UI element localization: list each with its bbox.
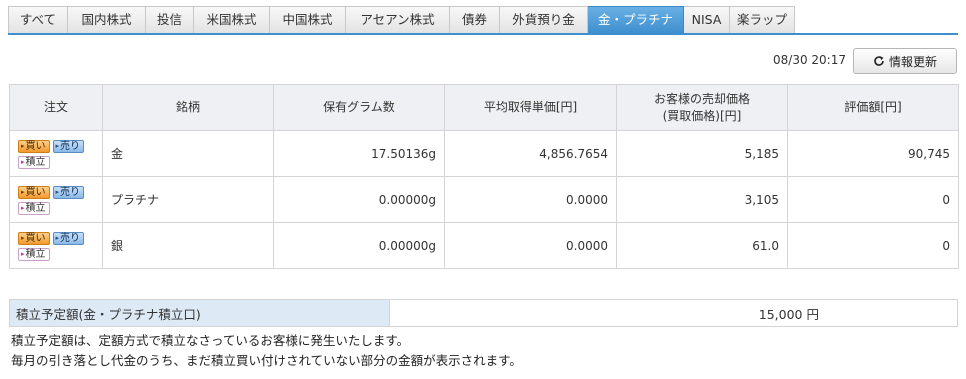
buy-button[interactable]: ▸ 買い [18, 139, 50, 153]
update-timestamp: 08/30 20:17 [773, 53, 846, 67]
note-line-2: 毎月の引き落とし代金のうち、まだ積立買い付けされていない部分の金額が表示されます… [11, 353, 522, 368]
accumulate-button[interactable]: ▸ 積立 [18, 247, 50, 261]
sell-price: 5,185 [616, 130, 788, 177]
tab-asean-stocks[interactable]: アセアン株式 [346, 6, 450, 34]
sell-price: 61.0 [616, 222, 788, 269]
grams-held: 17.50136g [273, 130, 445, 177]
order-cell: ▸ 買い ▸ 売り ▸ 積立 [9, 130, 103, 177]
refresh-icon [874, 56, 884, 66]
column-header-security: 銘柄 [102, 84, 274, 131]
column-header-valuation: 評価額[円] [787, 84, 959, 131]
tab-domestic-stocks[interactable]: 国内株式 [68, 6, 146, 34]
tab-nisa[interactable]: NISA [684, 6, 730, 34]
tab-underline [8, 33, 958, 35]
tab-raku-wrap[interactable]: 楽ラップ [730, 6, 795, 34]
table-header-row: 注文 銘柄 保有グラム数 平均取得単価[円] お客様の売却価格 (買取価格)[円… [9, 84, 959, 131]
notes: 積立予定額は、定額方式で積立なさっているお客様に発生いたします。 毎月の引き落と… [11, 331, 522, 371]
tab-bonds[interactable]: 債券 [450, 6, 500, 34]
arrow-right-icon: ▸ [55, 141, 60, 150]
savings-table: 積立予定額(金・プラチナ積立口) 15,000 円 [9, 299, 958, 327]
arrow-right-icon: ▸ [55, 233, 60, 242]
savings-amount: 15,000 [758, 306, 803, 322]
average-price: 4,856.7654 [444, 130, 617, 177]
sell-button[interactable]: ▸ 売り [52, 231, 85, 245]
tab-us-stocks[interactable]: 米国株式 [194, 6, 270, 34]
savings-value: 15,000 円 [389, 299, 958, 327]
savings-label: 積立予定額(金・プラチナ積立口) [9, 299, 390, 327]
arrow-right-icon: ▸ [21, 233, 25, 242]
savings-row: 積立予定額(金・プラチナ積立口) 15,000 円 [9, 299, 958, 327]
accumulate-button[interactable]: ▸ 積立 [18, 201, 50, 215]
table-row-silver: ▸ 買い ▸ 売り ▸ 積立 銀 0.00000g 0.0000 61.0 0 [9, 222, 959, 269]
buy-label: 買い [25, 186, 46, 198]
savings-unit: 円 [806, 306, 819, 322]
security-name: 銀 [102, 222, 274, 269]
tab-all[interactable]: すべて [8, 6, 68, 34]
sell-button[interactable]: ▸ 売り [52, 185, 85, 199]
holdings-table: 注文 銘柄 保有グラム数 平均取得単価[円] お客様の売却価格 (買取価格)[円… [9, 84, 959, 269]
average-price: 0.0000 [444, 222, 617, 269]
tab-china-stocks[interactable]: 中国株式 [270, 6, 346, 34]
arrow-right-icon: ▸ [21, 157, 25, 166]
sell-label: 売り [60, 186, 81, 198]
valuation: 0 [787, 222, 959, 269]
tab-funds[interactable]: 投信 [146, 6, 194, 34]
valuation: 90,745 [787, 130, 959, 177]
column-header-average-price: 平均取得単価[円] [444, 84, 617, 131]
buy-button[interactable]: ▸ 買い [18, 185, 50, 199]
accumulate-label: 積立 [25, 248, 46, 260]
accumulate-label: 積立 [25, 156, 46, 168]
accumulate-label: 積立 [25, 202, 46, 214]
sell-price-header-line2: (買取価格)[円] [662, 108, 742, 123]
table-row-platinum: ▸ 買い ▸ 売り ▸ 積立 プラチナ 0.00000g 0.0000 3,105 0 [9, 176, 959, 223]
tab-foreign-currency-deposit[interactable]: 外貨預り金 [500, 6, 588, 34]
security-name: プラチナ [102, 176, 274, 223]
column-header-order: 注文 [9, 84, 103, 131]
accumulate-button[interactable]: ▸ 積立 [18, 155, 50, 169]
refresh-label: 情報更新 [888, 54, 937, 69]
sell-label: 売り [60, 140, 81, 152]
buy-label: 買い [25, 232, 46, 244]
buy-label: 買い [25, 140, 46, 152]
security-name: 金 [102, 130, 274, 177]
arrow-right-icon: ▸ [21, 249, 25, 258]
arrow-right-icon: ▸ [21, 203, 25, 212]
note-line-1: 積立予定額は、定額方式で積立なさっているお客様に発生いたします。 [11, 333, 410, 348]
table-row-gold: ▸ 買い ▸ 売り ▸ 積立 金 17.50136g 4,856.7654 5,185… [9, 130, 959, 177]
refresh-button[interactable]: 情報更新 [853, 48, 957, 74]
column-header-sell-price: お客様の売却価格 (買取価格)[円] [616, 84, 788, 131]
sell-price-header-line1: お客様の売却価格 [653, 91, 750, 106]
column-header-grams-held: 保有グラム数 [273, 84, 445, 131]
grams-held: 0.00000g [273, 222, 445, 269]
arrow-right-icon: ▸ [55, 187, 60, 196]
arrow-right-icon: ▸ [21, 141, 25, 150]
order-cell: ▸ 買い ▸ 売り ▸ 積立 [9, 222, 103, 269]
product-tabs: すべて 国内株式 投信 米国株式 中国株式 アセアン株式 債券 外貨預り金 金・… [8, 6, 795, 34]
sell-label: 売り [60, 232, 81, 244]
tab-gold-platinum[interactable]: 金・プラチナ [588, 6, 684, 34]
arrow-right-icon: ▸ [21, 187, 25, 196]
valuation: 0 [787, 176, 959, 223]
sell-button[interactable]: ▸ 売り [52, 139, 85, 153]
buy-button[interactable]: ▸ 買い [18, 231, 50, 245]
grams-held: 0.00000g [273, 176, 445, 223]
sell-price: 3,105 [616, 176, 788, 223]
order-cell: ▸ 買い ▸ 売り ▸ 積立 [9, 176, 103, 223]
average-price: 0.0000 [444, 176, 617, 223]
